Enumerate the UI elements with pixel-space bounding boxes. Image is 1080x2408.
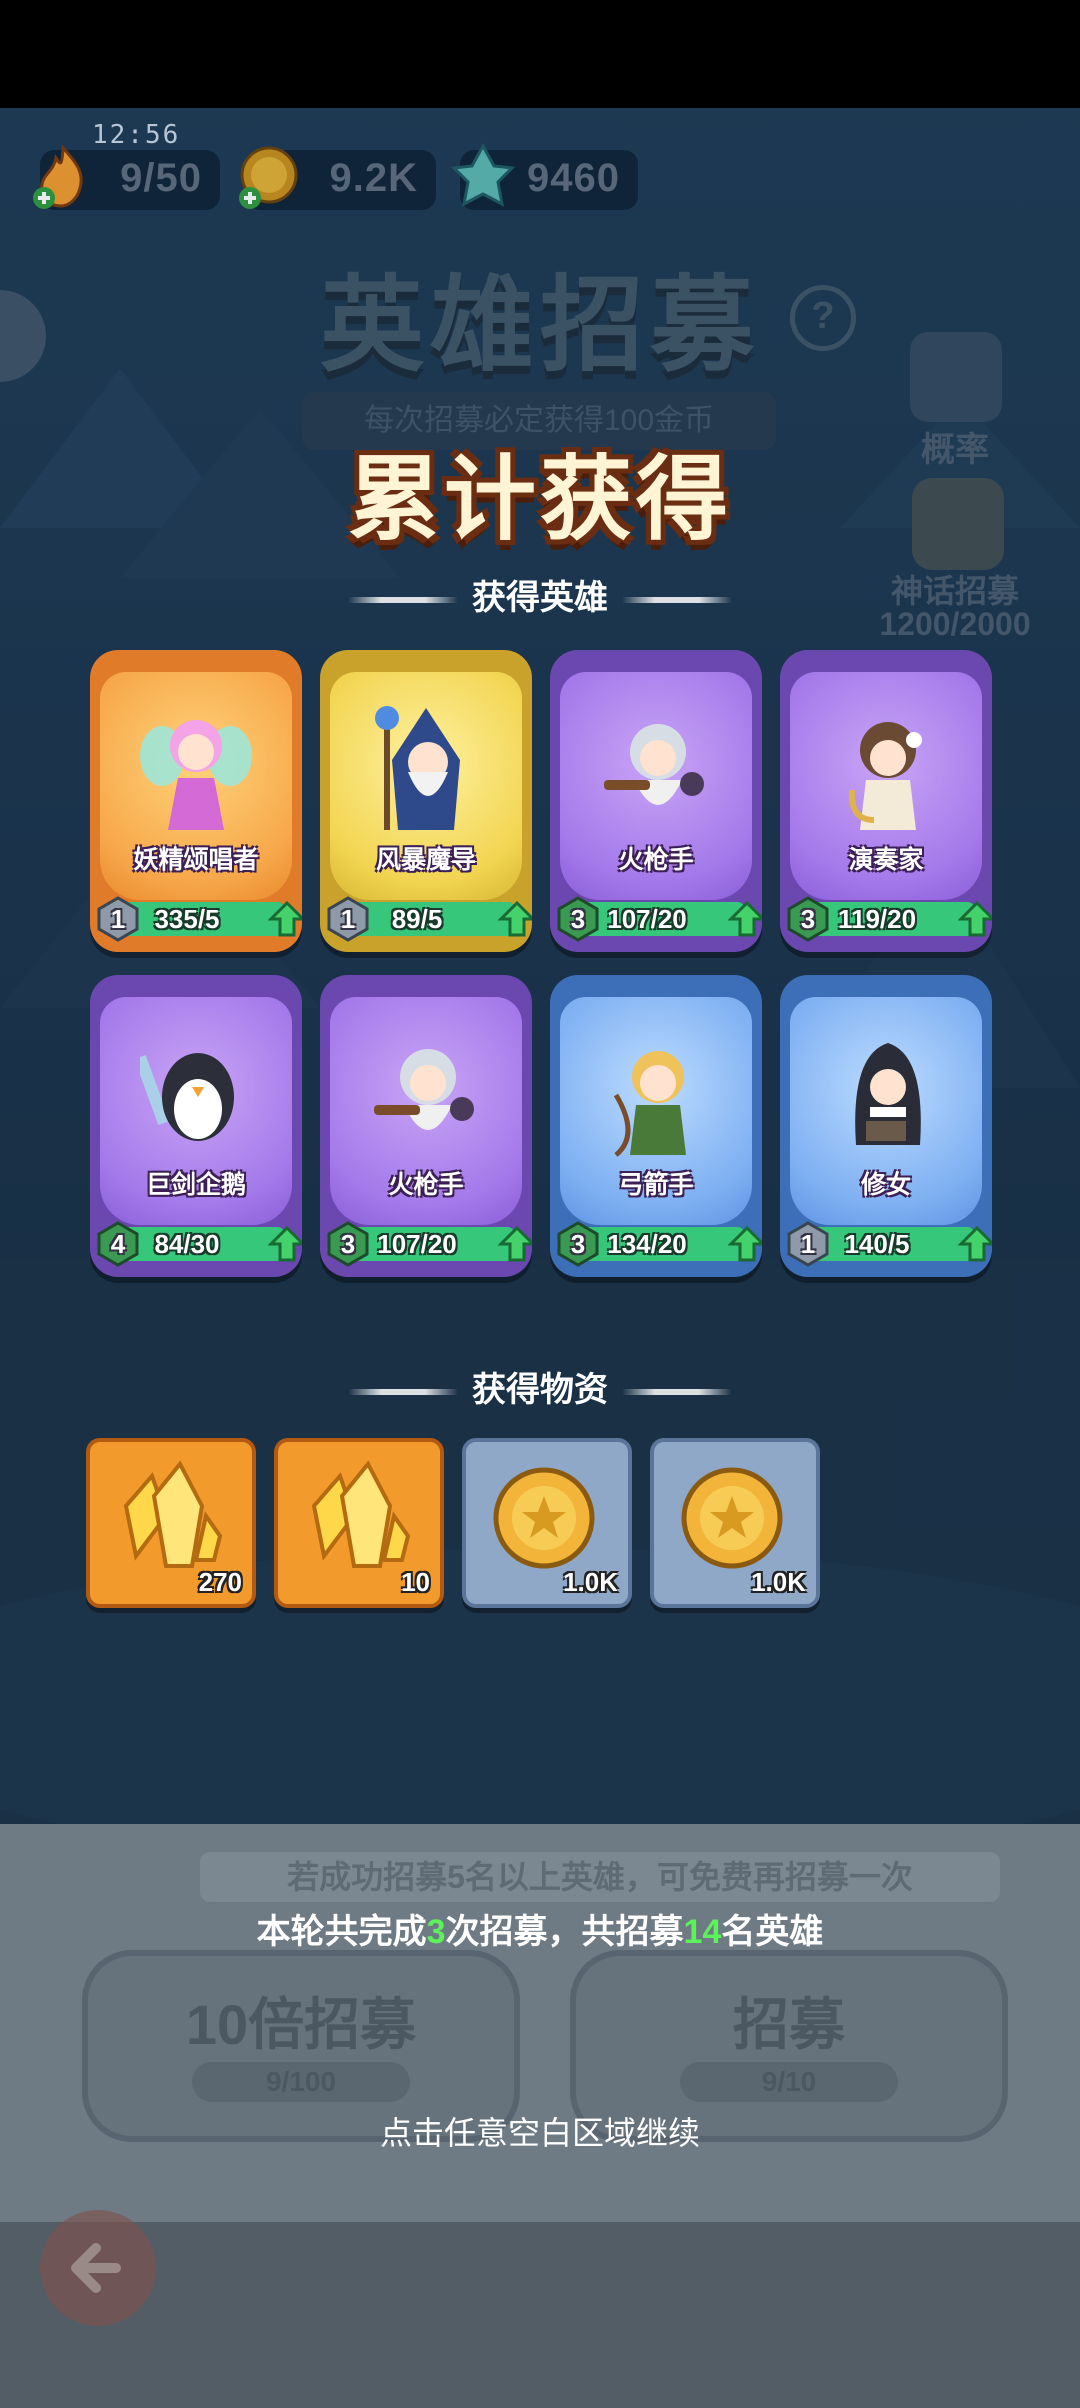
heroes-section-title: 获得英雄 <box>0 570 1080 619</box>
level-badge: 4 <box>96 1221 140 1267</box>
clock-time: 12:56 <box>92 120 181 150</box>
storm-mage-portrait <box>375 706 460 830</box>
hero-card-fairy-singer[interactable]: 妖精颂唱者 335/5 1 <box>90 650 302 952</box>
upgrade-arrow-icon <box>268 1225 302 1262</box>
recruit-key-count: 9/10 <box>680 2062 898 2102</box>
upgrade-arrow-icon <box>728 900 762 937</box>
level-badge: 1 <box>326 896 370 942</box>
level-badge: 1 <box>786 1221 830 1267</box>
hero-progress: 140/5 <box>844 1229 910 1259</box>
recruit-key-count: 9/100 <box>192 2062 410 2102</box>
hero-card-performer[interactable]: 演奏家 119/20 3 <box>780 650 992 952</box>
back-arrow-icon[interactable] <box>40 2210 156 2326</box>
hero-name: 火枪手 <box>388 1171 464 1199</box>
hero-progress: 84/30 <box>154 1229 220 1259</box>
upgrade-arrow-icon <box>958 1225 992 1262</box>
reward-item-crystal[interactable]: 270 <box>86 1438 256 1608</box>
probability-icon[interactable] <box>910 332 1002 422</box>
recruit-summary: 本轮共完成3次招募，共招募14名英雄 <box>256 1913 824 1951</box>
bottom-bar <box>0 2222 1080 2408</box>
status-bar-top <box>0 0 1080 108</box>
hero-card-archer[interactable]: 弓箭手 134/20 3 <box>550 975 762 1277</box>
musketeer-portrait <box>604 724 704 805</box>
hero-name: 火枪手 <box>618 846 694 874</box>
reward-item-crystal[interactable]: 10 <box>274 1438 444 1608</box>
flame-energy-icon <box>33 144 83 209</box>
level-badge: 3 <box>556 1221 600 1267</box>
crystal-icon <box>123 1460 223 1568</box>
hero-name: 弓箭手 <box>618 1171 694 1199</box>
resource-gold[interactable]: 9.2K <box>239 146 436 210</box>
hero-progress: 134/20 <box>607 1229 687 1259</box>
reward-item-gold[interactable]: 1.0K <box>650 1438 820 1608</box>
resource-energy[interactable]: 9/50 <box>33 144 220 210</box>
crystal-icon <box>311 1460 411 1568</box>
free-recruit-hint: 若成功招募5名以上英雄，可免费再招募一次 <box>200 1852 1000 1902</box>
hero-progress: 107/20 <box>377 1229 457 1259</box>
recruit-title-background: 英雄招募 <box>319 268 760 384</box>
hero-card-musketeer-2[interactable]: 火枪手 107/20 3 <box>320 975 532 1277</box>
items-section-title: 获得物资 <box>0 1362 1080 1411</box>
crystal-gem-icon <box>450 142 516 207</box>
hero-card-storm-mage[interactable]: 风暴魔导 89/5 1 <box>320 650 532 952</box>
hero-name: 修女 <box>860 1171 911 1199</box>
level-badge: 3 <box>786 896 830 942</box>
hero-name: 演奏家 <box>848 846 924 874</box>
upgrade-arrow-icon <box>728 1225 762 1262</box>
nun-portrait <box>855 1043 921 1145</box>
resource-gems[interactable]: 9460 <box>450 142 638 210</box>
hero-name: 妖精颂唱者 <box>133 846 259 874</box>
hero-progress: 107/20 <box>607 904 687 934</box>
level-badge: 3 <box>556 896 600 942</box>
level-badge: 1 <box>96 896 140 942</box>
greatsword-penguin-portrait <box>140 1053 234 1141</box>
level-badge: 3 <box>326 1221 370 1267</box>
gold-coin-icon <box>239 146 298 209</box>
hero-progress: 119/20 <box>837 904 917 934</box>
archer-portrait <box>613 1051 686 1157</box>
hero-name: 巨剑企鹅 <box>145 1171 246 1199</box>
performer-portrait <box>848 722 922 830</box>
gold-coin-icon <box>493 1467 595 1569</box>
hero-progress: 89/5 <box>391 904 443 934</box>
musketeer-portrait <box>374 1049 474 1130</box>
hero-progress: 335/5 <box>154 904 220 934</box>
gold-coin-icon <box>681 1467 783 1569</box>
hero-card-greatsword-penguin[interactable]: 巨剑企鹅 84/30 4 <box>90 975 302 1277</box>
hero-name: 风暴魔导 <box>375 846 476 874</box>
help-icon[interactable]: ? <box>790 285 856 351</box>
upgrade-arrow-icon <box>958 900 992 937</box>
reward-item-gold[interactable]: 1.0K <box>462 1438 632 1608</box>
upgrade-arrow-icon <box>268 900 302 937</box>
tap-to-continue[interactable]: 点击任意空白区域继续 <box>0 2108 1080 2154</box>
fairy-singer-portrait <box>140 720 252 830</box>
upgrade-arrow-icon <box>498 900 532 937</box>
upgrade-arrow-icon <box>498 1225 532 1262</box>
result-title: 累计获得 <box>347 449 732 551</box>
hero-card-nun[interactable]: 修女 140/5 1 <box>780 975 992 1277</box>
hero-card-musketeer[interactable]: 火枪手 107/20 3 <box>550 650 762 952</box>
